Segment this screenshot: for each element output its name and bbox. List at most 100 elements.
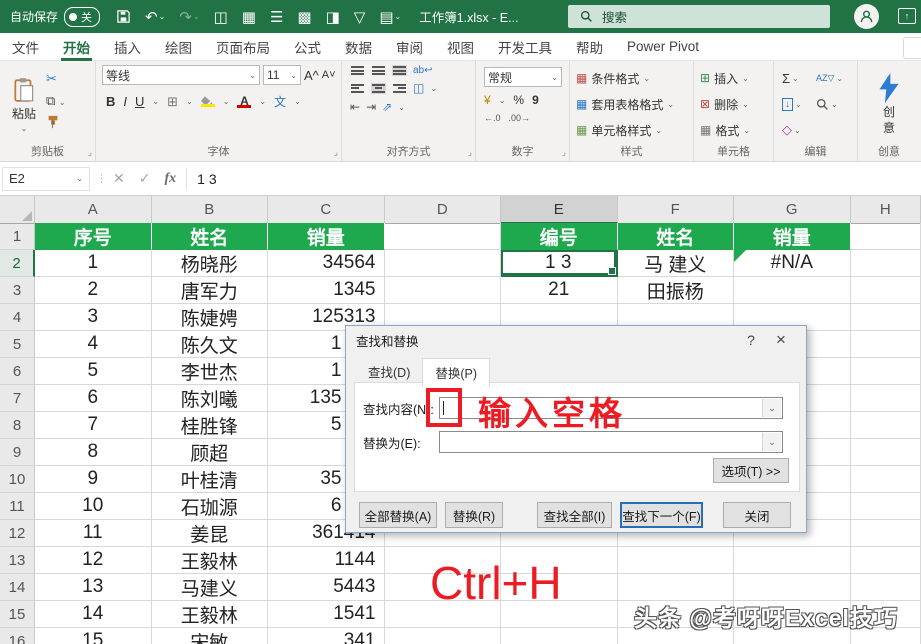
borders-icon[interactable]: ▦ (242, 8, 256, 26)
cell-A5[interactable]: 4 (35, 331, 152, 358)
column-header-C[interactable]: C (268, 196, 385, 224)
options-button[interactable]: 选项(T) >> (713, 458, 789, 483)
sort-filter-button[interactable]: AZ▽⌄ (816, 73, 850, 84)
autosum-button[interactable]: Σ⌄ (782, 71, 816, 86)
cell-F2[interactable]: 马 建义 (618, 250, 735, 277)
cell-H7[interactable] (851, 385, 921, 412)
cell-E3[interactable]: 21 (501, 277, 618, 304)
touch-mode-icon[interactable]: ◫ (214, 8, 228, 26)
row-header-4[interactable]: 4 (0, 304, 35, 331)
column-header-H[interactable]: H (851, 196, 921, 224)
row-header-16[interactable]: 16 (0, 628, 35, 644)
align-middle-button[interactable] (371, 65, 386, 76)
cell-B2[interactable]: 杨晓彤 (152, 250, 269, 277)
cell-B6[interactable]: 李世杰 (152, 358, 269, 385)
tab-帮助[interactable]: 帮助 (564, 33, 615, 61)
paste-button[interactable]: 粘贴 ⌄ (2, 65, 46, 145)
align-top-button[interactable] (350, 65, 365, 76)
cell-H1[interactable] (851, 223, 921, 250)
font-size-select[interactable]: 11⌄ (263, 65, 301, 85)
find-select-button[interactable]: ⌄ (816, 98, 850, 111)
search-input[interactable]: 搜索 (568, 5, 830, 28)
format-as-table-button[interactable]: ▦套用表格格式⌄ (576, 91, 691, 117)
font-dialog-launcher-icon[interactable]: ⌟ (334, 147, 338, 158)
share-icon[interactable] (903, 37, 921, 59)
dialog-tab-替换(P)[interactable]: 替换(P) (422, 358, 490, 387)
cell-D1[interactable] (385, 223, 502, 250)
cell-H2[interactable] (851, 250, 921, 277)
cell-H6[interactable] (851, 358, 921, 385)
delete-cells-button[interactable]: ⊠删除⌄ (700, 91, 771, 117)
row-header-2[interactable]: 2 (0, 250, 35, 277)
cell-C15[interactable]: 1541 (268, 601, 385, 628)
dialog-button-全部替换(A)[interactable]: 全部替换(A) (359, 502, 437, 528)
column-header-A[interactable]: A (35, 196, 152, 224)
copy-icon[interactable]: ⧉ ⌄ (46, 93, 66, 109)
cell-H14[interactable] (851, 574, 921, 601)
cell-A2[interactable]: 1 (35, 250, 152, 277)
cell-B9[interactable]: 顾超 (152, 439, 269, 466)
cell-H9[interactable] (851, 439, 921, 466)
tab-绘图[interactable]: 绘图 (153, 33, 204, 61)
cell-B7[interactable]: 陈刘曦 (152, 385, 269, 412)
row-header-8[interactable]: 8 (0, 412, 35, 439)
cell-A16[interactable]: 15 (35, 628, 152, 644)
tab-开发工具[interactable]: 开发工具 (486, 33, 564, 61)
cell-D3[interactable] (385, 277, 502, 304)
find-dropdown-icon[interactable]: ⌄ (762, 399, 781, 417)
cell-A13[interactable]: 12 (35, 547, 152, 574)
cell-A4[interactable]: 3 (35, 304, 152, 331)
row-header-7[interactable]: 7 (0, 385, 35, 412)
cell-D16[interactable] (385, 628, 502, 644)
cell-B11[interactable]: 石珈源 (152, 493, 269, 520)
cell-H3[interactable] (851, 277, 921, 304)
column-header-D[interactable]: D (385, 196, 502, 224)
cell-E1[interactable]: 编号 (501, 223, 618, 250)
increase-indent-button[interactable]: ⇥ (366, 100, 376, 114)
cell-C13[interactable]: 1144 (268, 547, 385, 574)
row-header-15[interactable]: 15 (0, 601, 35, 628)
cell-H12[interactable] (851, 520, 921, 547)
run-cell-icon[interactable]: ◨ (326, 8, 340, 26)
row-header-1[interactable]: 1 (0, 223, 35, 250)
cell-H10[interactable] (851, 466, 921, 493)
cell-G13[interactable] (734, 547, 851, 574)
cell-B1[interactable]: 姓名 (152, 223, 269, 250)
merge-center-button[interactable]: ◫ (413, 81, 424, 95)
orientation-button[interactable]: ⇗ (382, 100, 392, 114)
cell-G1[interactable]: 销量 (734, 223, 851, 250)
fill-color-button[interactable] (201, 96, 215, 107)
row-header-9[interactable]: 9 (0, 439, 35, 466)
italic-button[interactable]: I (123, 94, 127, 109)
decrease-indent-button[interactable]: ⇤ (350, 100, 360, 114)
clear-button[interactable]: ◇⌄ (782, 122, 816, 138)
tab-文件[interactable]: 文件 (0, 33, 51, 61)
cell-H13[interactable] (851, 547, 921, 574)
cell-C1[interactable]: 销量 (268, 223, 385, 250)
align-center-button[interactable] (371, 83, 386, 94)
cell-A6[interactable]: 5 (35, 358, 152, 385)
upload-icon[interactable]: ↑ (898, 8, 916, 24)
column-header-B[interactable]: B (152, 196, 269, 224)
percent-button[interactable]: % (513, 93, 524, 107)
cell-C14[interactable]: 5443 (268, 574, 385, 601)
close-icon[interactable]: × (766, 330, 796, 350)
cell-B12[interactable]: 姜昆 (152, 520, 269, 547)
decrease-decimal-button[interactable]: .00→ (509, 113, 531, 123)
tab-审阅[interactable]: 审阅 (384, 33, 435, 61)
lightning-icon[interactable] (877, 73, 901, 103)
column-header-E[interactable]: E (501, 196, 618, 224)
cut-icon[interactable]: ✂ (46, 71, 66, 87)
format-painter-icon[interactable] (46, 115, 66, 132)
undo-icon[interactable]: ↶⌄ (145, 8, 165, 26)
cell-B13[interactable]: 王毅林 (152, 547, 269, 574)
cell-F14[interactable] (618, 574, 735, 601)
dialog-button-查找下一个(F)[interactable]: 查找下一个(F) (620, 502, 703, 528)
tab-插入[interactable]: 插入 (102, 33, 153, 61)
ideas-button[interactable]: 创 意 (883, 105, 895, 136)
select-all-corner[interactable] (0, 196, 35, 224)
redo-icon[interactable]: ↷⌄ (179, 8, 199, 26)
wrap-text-button[interactable]: ab↩ (413, 65, 433, 76)
replace-dropdown-icon[interactable]: ⌄ (762, 433, 781, 451)
tab-视图[interactable]: 视图 (435, 33, 486, 61)
